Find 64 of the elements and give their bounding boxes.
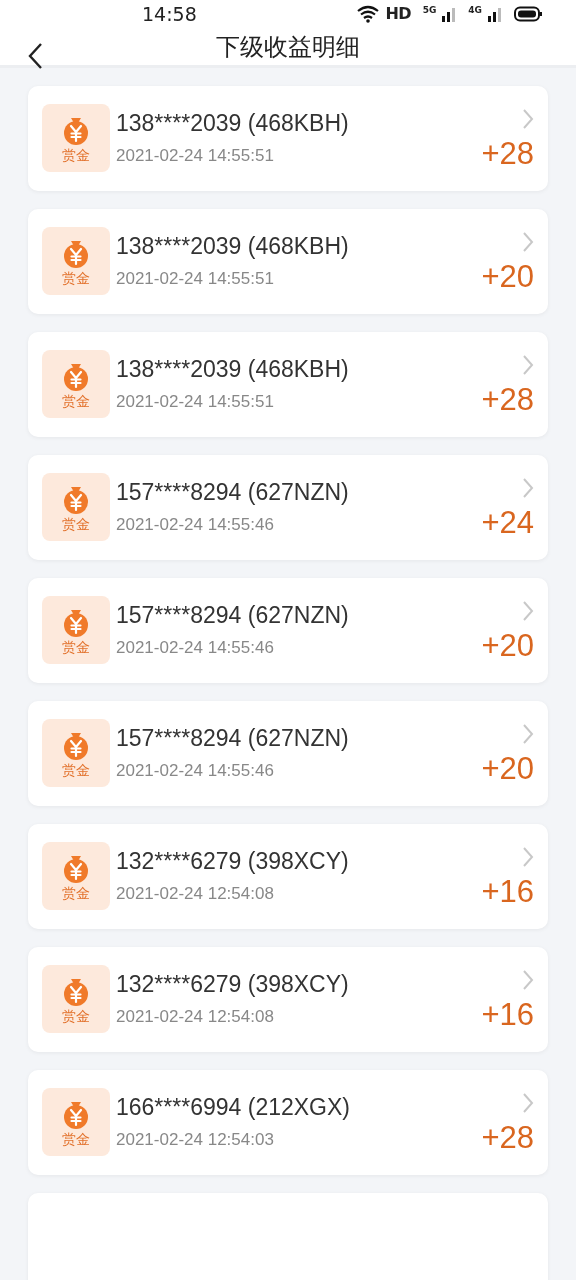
record-time: 2021-02-24 14:55:51: [116, 147, 275, 164]
chevron-right-icon: [522, 845, 534, 868]
amount: +16: [481, 875, 534, 907]
amount: +20: [481, 629, 534, 661]
back-icon: [27, 41, 43, 70]
chevron-right-icon: [522, 476, 534, 499]
badge-label: 赏金: [62, 886, 90, 900]
record-card[interactable]: 赏金 138****2039 (468KBH) 2021-02-24 14:55:51 +20: [28, 208, 548, 314]
record-time: 2021-02-24 12:54:08: [116, 885, 275, 902]
chevron-right-icon: [522, 107, 534, 130]
chevron-right-icon: [522, 722, 534, 745]
chevron-right-icon: [522, 1091, 534, 1114]
amount: +16: [481, 998, 534, 1030]
record-card[interactable]: 赏金 157****8294 (627NZN) 2021-02-24 14:55:46 +24: [28, 454, 548, 560]
record-card[interactable]: 赏金 132****6279 (398XCY) 2021-02-24 12:54:08 +16: [28, 946, 548, 1052]
record-card[interactable]: 赏金 132****6279 (398XCY) 2021-02-24 12:54:08 +16: [28, 823, 548, 929]
amount: +20: [481, 752, 534, 784]
record-time: 2021-02-24 14:55:46: [116, 516, 275, 533]
page-title: 下级收益明细: [216, 31, 360, 63]
user-id: 132****6279 (398XCY): [116, 973, 350, 996]
amount: +24: [481, 506, 534, 538]
record-time: 2021-02-24 14:55:51: [116, 393, 275, 410]
user-id: 138****2039 (468KBH): [116, 358, 350, 381]
battery-icon: [514, 6, 542, 23]
status-time: 14:58: [142, 2, 197, 27]
amount: +28: [481, 137, 534, 169]
record-time: 2021-02-24 12:54:08: [116, 1008, 275, 1025]
network-label: 4G: [468, 4, 482, 18]
badge-label: 赏金: [62, 517, 90, 531]
record-time: 2021-02-24 14:55:46: [116, 762, 275, 779]
chevron-right-icon: [522, 599, 534, 622]
record-card[interactable]: 赏金 157****8294 (627NZN) 2021-02-24 14:55:46 +20: [28, 700, 548, 806]
record-time: 2021-02-24 14:55:51: [116, 270, 275, 287]
amount: +28: [481, 1121, 534, 1153]
badge-label: 赏金: [62, 148, 90, 162]
record-card[interactable]: 赏金 166****6994 (212XGX) 2021-02-24 12:54:03 +28: [28, 1069, 548, 1175]
badge-label: 赏金: [62, 271, 90, 285]
record-time: 2021-02-24 12:54:03: [116, 1131, 275, 1148]
hd-label: HD: [385, 3, 411, 26]
chevron-right-icon: [522, 968, 534, 991]
user-id: 157****8294 (627NZN): [116, 481, 350, 504]
record-card[interactable]: 赏金 138****2039 (468KBH) 2021-02-24 14:55:51 +28: [28, 85, 548, 191]
signal-icon: [488, 6, 502, 23]
badge-label: 赏金: [62, 394, 90, 408]
user-id: 132****6279 (398XCY): [116, 850, 350, 873]
record-card[interactable]: 赏金 138****2039 (468KBH) 2021-02-24 14:55:51 +28: [28, 331, 548, 437]
record-card[interactable]: 赏金 157****8294 (627NZN) 2021-02-24 14:55:46 +20: [28, 577, 548, 683]
user-id: 166****6994 (212XGX): [116, 1096, 351, 1119]
amount: +20: [481, 260, 534, 292]
amount: +28: [481, 383, 534, 415]
chevron-right-icon: [522, 230, 534, 253]
record-time: 2021-02-24 14:55:46: [116, 639, 275, 656]
badge-label: 赏金: [62, 1009, 90, 1023]
chevron-right-icon: [522, 353, 534, 376]
badge-label: 赏金: [62, 640, 90, 654]
badge-label: 赏金: [62, 763, 90, 777]
user-id: 157****8294 (627NZN): [116, 727, 350, 750]
badge-label: 赏金: [62, 1132, 90, 1146]
network-label: 5G: [422, 4, 437, 18]
user-id: 157****8294 (627NZN): [116, 604, 350, 627]
signal-icon: [442, 6, 457, 23]
user-id: 138****2039 (468KBH): [116, 112, 350, 135]
user-id: 138****2039 (468KBH): [116, 235, 350, 258]
wifi-icon: [355, 5, 380, 24]
